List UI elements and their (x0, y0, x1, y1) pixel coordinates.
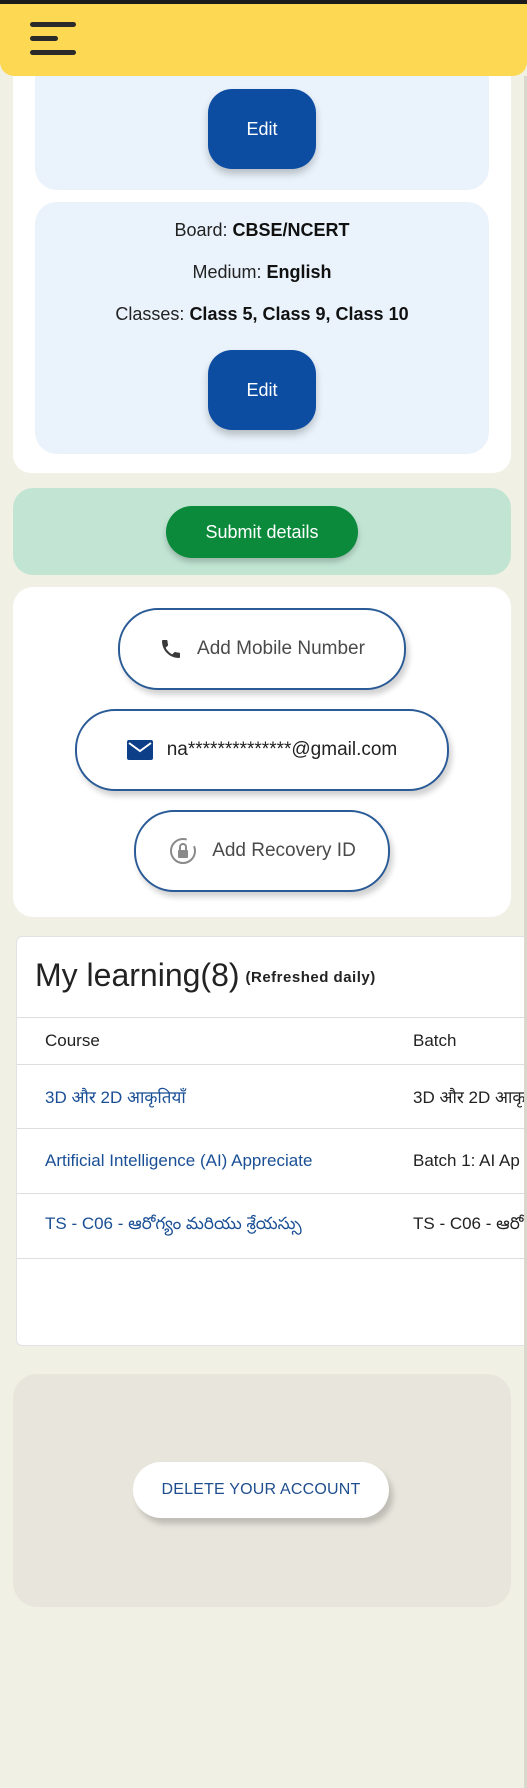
column-header-course: Course (45, 1031, 100, 1050)
table-row: 3D और 2D आकृतियाँ 3D और 2D आकृ (17, 1064, 527, 1129)
edit-button-top[interactable]: Edit (208, 89, 316, 169)
my-learning-subtitle: (Refreshed daily) (245, 969, 376, 987)
recovery-lock-icon (168, 836, 198, 866)
hamburger-menu-icon[interactable] (30, 18, 76, 58)
profile-subpanel-top: Edit (35, 76, 489, 190)
delete-account-button[interactable]: DELETE YOUR ACCOUNT (133, 1462, 389, 1518)
add-mobile-number-label: Add Mobile Number (197, 638, 365, 659)
mail-icon (126, 740, 153, 760)
batch-cell: Batch 1: AI Ap (413, 1151, 520, 1170)
add-mobile-number-button[interactable]: Add Mobile Number (118, 608, 406, 690)
medium-value: English (266, 262, 332, 282)
classes-line: Classes: Class 5, Class 9, Class 10 (35, 304, 489, 325)
table-row: Artificial Intelligence (AI) Appreciate … (17, 1129, 527, 1194)
my-learning-title: My learning(8) (35, 957, 240, 993)
board-line: Board: CBSE/NCERT (35, 220, 489, 241)
submit-panel: Submit details (13, 488, 511, 575)
board-value: CBSE/NCERT (232, 220, 350, 240)
submit-details-button[interactable]: Submit details (166, 506, 358, 558)
email-value: na**************@gmail.com (166, 739, 398, 760)
contact-card: Add Mobile Number na**************@gmail… (13, 587, 511, 917)
course-link[interactable]: Artificial Intelligence (AI) Appreciate (45, 1129, 405, 1193)
edit-button-framework[interactable]: Edit (208, 350, 316, 430)
my-learning-card: My learning(8) (Refreshed daily) Course B… (16, 936, 527, 1346)
top-app-bar (0, 0, 527, 76)
classes-value: Class 5, Class 9, Class 10 (189, 304, 409, 324)
medium-label: Medium: (192, 262, 267, 282)
board-label: Board: (174, 220, 233, 240)
add-recovery-id-button[interactable]: Add Recovery ID (134, 810, 390, 892)
medium-line: Medium: English (35, 262, 489, 283)
phone-icon (159, 637, 183, 661)
batch-cell: TS - C06 - ఆరో (413, 1214, 524, 1233)
course-link[interactable]: TS - C06 - ఆరోగ్యం మరియు శ్రేయస్సు (45, 1194, 405, 1258)
profile-subpanel-framework: Board: CBSE/NCERT Medium: English Classe… (35, 202, 489, 454)
my-learning-heading: My learning(8) (Refreshed daily) (35, 957, 376, 994)
table-header-row: Course Batch (17, 1017, 527, 1065)
table-row: TS - C06 - ఆరోగ్యం మరియు శ్రేయస్సు TS - … (17, 1194, 527, 1259)
classes-label: Classes: (115, 304, 190, 324)
column-header-batch: Batch (413, 1031, 457, 1050)
add-recovery-id-label: Add Recovery ID (212, 840, 356, 861)
batch-cell: 3D और 2D आकृ (413, 1087, 526, 1107)
delete-account-panel: DELETE YOUR ACCOUNT (13, 1374, 511, 1607)
profile-card: Edit Board: CBSE/NCERT Medium: English C… (13, 76, 511, 473)
email-field[interactable]: na**************@gmail.com (75, 709, 449, 791)
course-link[interactable]: 3D और 2D आकृतियाँ (45, 1064, 405, 1128)
